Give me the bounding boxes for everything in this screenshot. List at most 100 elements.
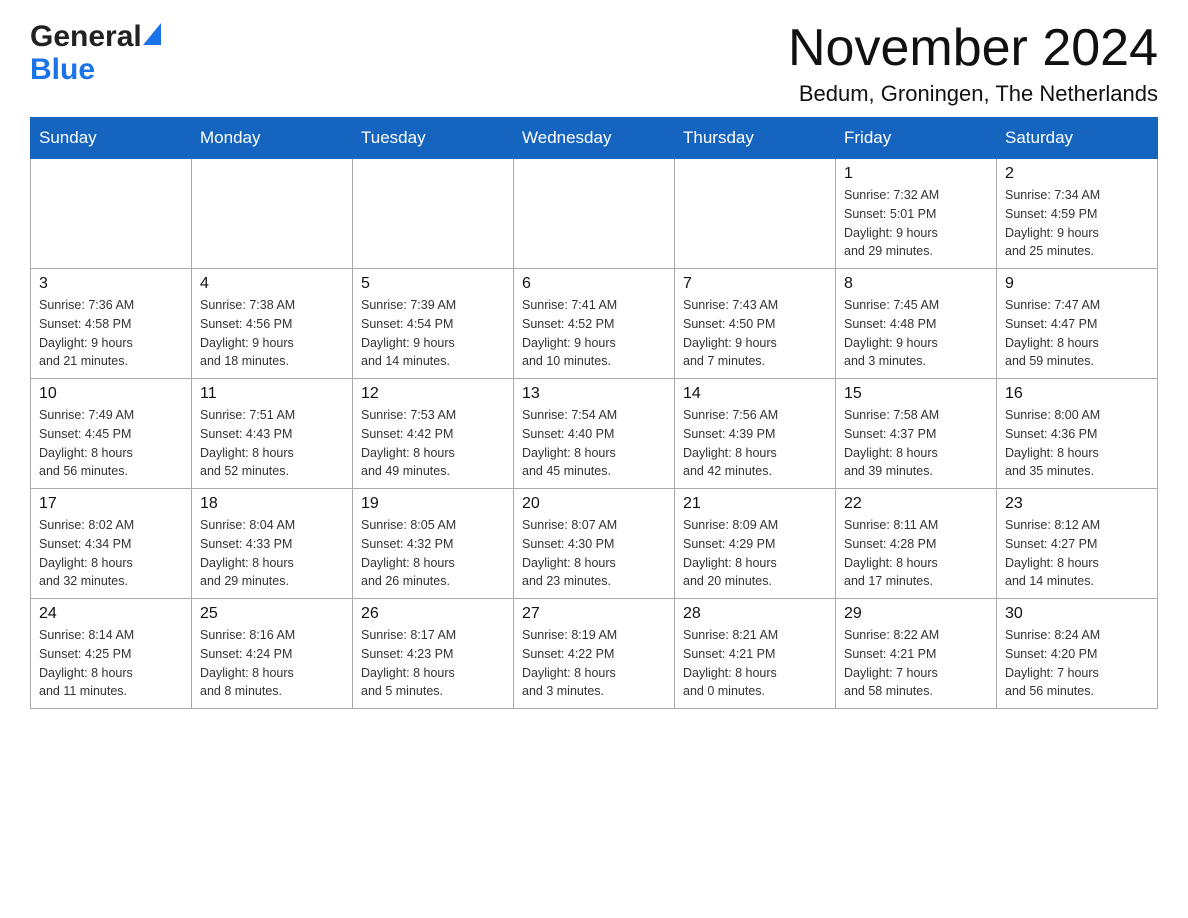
- day-number: 19: [361, 495, 505, 513]
- week-row-5: 24 Sunrise: 8:14 AM Sunset: 4:25 PM Dayli…: [31, 599, 1158, 709]
- day-number: 13: [522, 385, 666, 403]
- calendar-cell: 7Sunrise: 7:43 AM Sunset: 4:50 PM Daylig…: [675, 269, 836, 379]
- col-wednesday: Wednesday: [514, 118, 675, 159]
- day-info: Sunrise: 8:17 AM Sunset: 4:23 PM Dayligh…: [361, 626, 505, 701]
- day-info: Sunrise: 7:51 AM Sunset: 4:43 PM Dayligh…: [200, 406, 344, 481]
- col-tuesday: Tuesday: [353, 118, 514, 159]
- calendar-cell: 22 Sunrise: 8:11 AM Sunset: 4:28 PM Dayli…: [836, 489, 997, 599]
- day-info: Sunrise: 7:53 AM Sunset: 4:42 PM Dayligh…: [361, 406, 505, 481]
- day-number: 20: [522, 495, 666, 513]
- calendar-cell: 12 Sunrise: 7:53 AM Sunset: 4:42 PM Dayli…: [353, 379, 514, 489]
- calendar-cell: 21 Sunrise: 8:09 AM Sunset: 4:29 PM Dayli…: [675, 489, 836, 599]
- day-info: Sunrise: 7:56 AM Sunset: 4:39 PM Dayligh…: [683, 406, 827, 481]
- day-info: Sunrise: 7:45 AM Sunset: 4:48 PM Dayligh…: [844, 296, 988, 371]
- calendar-cell: 15 Sunrise: 7:58 AM Sunset: 4:37 PM Dayli…: [836, 379, 997, 489]
- location-title: Bedum, Groningen, The Netherlands: [788, 81, 1158, 107]
- day-number: 16: [1005, 385, 1149, 403]
- day-info: Sunrise: 7:43 AM Sunset: 4:50 PM Dayligh…: [683, 296, 827, 371]
- calendar-cell: 30 Sunrise: 8:24 AM Sunset: 4:20 PM Dayli…: [997, 599, 1158, 709]
- calendar-cell: 14 Sunrise: 7:56 AM Sunset: 4:39 PM Dayli…: [675, 379, 836, 489]
- day-info: Sunrise: 8:04 AM Sunset: 4:33 PM Dayligh…: [200, 516, 344, 591]
- calendar-cell: 1 Sunrise: 7:32 AM Sunset: 5:01 PM Daylig…: [836, 159, 997, 269]
- title-area: November 2024 Bedum, Groningen, The Neth…: [788, 20, 1158, 107]
- day-info: Sunrise: 8:11 AM Sunset: 4:28 PM Dayligh…: [844, 516, 988, 591]
- day-number: 30: [1005, 605, 1149, 623]
- day-info: Sunrise: 8:09 AM Sunset: 4:29 PM Dayligh…: [683, 516, 827, 591]
- day-info: Sunrise: 8:22 AM Sunset: 4:21 PM Dayligh…: [844, 626, 988, 701]
- col-thursday: Thursday: [675, 118, 836, 159]
- logo: General Blue: [30, 20, 161, 87]
- calendar-cell: 5 Sunrise: 7:39 AM Sunset: 4:54 PM Daylig…: [353, 269, 514, 379]
- day-number: 14: [683, 385, 827, 403]
- calendar-cell: 20 Sunrise: 8:07 AM Sunset: 4:30 PM Dayli…: [514, 489, 675, 599]
- calendar-cell: [192, 159, 353, 269]
- day-number: 23: [1005, 495, 1149, 513]
- day-number: 4: [200, 275, 344, 293]
- calendar-cell: [353, 159, 514, 269]
- day-number: 24: [39, 605, 183, 623]
- calendar-cell: 25 Sunrise: 8:16 AM Sunset: 4:24 PM Dayli…: [192, 599, 353, 709]
- day-info: Sunrise: 7:49 AM Sunset: 4:45 PM Dayligh…: [39, 406, 183, 481]
- day-number: 28: [683, 605, 827, 623]
- week-row-4: 17 Sunrise: 8:02 AM Sunset: 4:34 PM Dayli…: [31, 489, 1158, 599]
- logo-triangle-icon: [143, 23, 161, 50]
- day-info: Sunrise: 7:58 AM Sunset: 4:37 PM Dayligh…: [844, 406, 988, 481]
- day-number: 15: [844, 385, 988, 403]
- calendar-cell: 4 Sunrise: 7:38 AM Sunset: 4:56 PM Daylig…: [192, 269, 353, 379]
- day-info: Sunrise: 8:05 AM Sunset: 4:32 PM Dayligh…: [361, 516, 505, 591]
- day-number: 9: [1005, 275, 1149, 293]
- calendar-cell: 8 Sunrise: 7:45 AM Sunset: 4:48 PM Daylig…: [836, 269, 997, 379]
- day-info: Sunrise: 7:54 AM Sunset: 4:40 PM Dayligh…: [522, 406, 666, 481]
- day-number: 21: [683, 495, 827, 513]
- week-row-2: 3Sunrise: 7:36 AM Sunset: 4:58 PM Daylig…: [31, 269, 1158, 379]
- calendar-cell: 13 Sunrise: 7:54 AM Sunset: 4:40 PM Dayli…: [514, 379, 675, 489]
- day-number: 10: [39, 385, 183, 403]
- day-info: Sunrise: 7:32 AM Sunset: 5:01 PM Dayligh…: [844, 186, 988, 261]
- day-info: Sunrise: 7:47 AM Sunset: 4:47 PM Dayligh…: [1005, 296, 1149, 371]
- col-sunday: Sunday: [31, 118, 192, 159]
- calendar-cell: 18 Sunrise: 8:04 AM Sunset: 4:33 PM Dayli…: [192, 489, 353, 599]
- col-monday: Monday: [192, 118, 353, 159]
- day-number: 2: [1005, 165, 1149, 183]
- calendar-cell: 28 Sunrise: 8:21 AM Sunset: 4:21 PM Dayli…: [675, 599, 836, 709]
- day-number: 25: [200, 605, 344, 623]
- calendar-cell: 9 Sunrise: 7:47 AM Sunset: 4:47 PM Daylig…: [997, 269, 1158, 379]
- calendar-cell: [31, 159, 192, 269]
- calendar-cell: 16Sunrise: 8:00 AM Sunset: 4:36 PM Dayli…: [997, 379, 1158, 489]
- day-number: 26: [361, 605, 505, 623]
- day-info: Sunrise: 8:19 AM Sunset: 4:22 PM Dayligh…: [522, 626, 666, 701]
- month-title: November 2024: [788, 20, 1158, 77]
- day-info: Sunrise: 7:38 AM Sunset: 4:56 PM Dayligh…: [200, 296, 344, 371]
- day-info: Sunrise: 8:07 AM Sunset: 4:30 PM Dayligh…: [522, 516, 666, 591]
- col-saturday: Saturday: [997, 118, 1158, 159]
- day-info: Sunrise: 7:34 AM Sunset: 4:59 PM Dayligh…: [1005, 186, 1149, 261]
- day-info: Sunrise: 7:39 AM Sunset: 4:54 PM Dayligh…: [361, 296, 505, 371]
- day-info: Sunrise: 8:14 AM Sunset: 4:25 PM Dayligh…: [39, 626, 183, 701]
- day-number: 18: [200, 495, 344, 513]
- day-number: 17: [39, 495, 183, 513]
- day-info: Sunrise: 8:21 AM Sunset: 4:21 PM Dayligh…: [683, 626, 827, 701]
- day-number: 11: [200, 385, 344, 403]
- day-number: 8: [844, 275, 988, 293]
- week-row-1: 1 Sunrise: 7:32 AM Sunset: 5:01 PM Daylig…: [31, 159, 1158, 269]
- calendar-cell: 23Sunrise: 8:12 AM Sunset: 4:27 PM Dayli…: [997, 489, 1158, 599]
- calendar-header-row: Sunday Monday Tuesday Wednesday Thursday…: [31, 118, 1158, 159]
- col-friday: Friday: [836, 118, 997, 159]
- day-number: 1: [844, 165, 988, 183]
- day-number: 22: [844, 495, 988, 513]
- calendar-cell: [514, 159, 675, 269]
- logo-blue-text: Blue: [30, 53, 95, 86]
- week-row-3: 10 Sunrise: 7:49 AM Sunset: 4:45 PM Dayli…: [31, 379, 1158, 489]
- day-info: Sunrise: 8:02 AM Sunset: 4:34 PM Dayligh…: [39, 516, 183, 591]
- day-info: Sunrise: 8:24 AM Sunset: 4:20 PM Dayligh…: [1005, 626, 1149, 701]
- day-number: 12: [361, 385, 505, 403]
- day-info: Sunrise: 8:16 AM Sunset: 4:24 PM Dayligh…: [200, 626, 344, 701]
- calendar-table: Sunday Monday Tuesday Wednesday Thursday…: [30, 117, 1158, 709]
- calendar-cell: 17 Sunrise: 8:02 AM Sunset: 4:34 PM Dayli…: [31, 489, 192, 599]
- day-number: 6: [522, 275, 666, 293]
- day-number: 5: [361, 275, 505, 293]
- calendar-cell: 11 Sunrise: 7:51 AM Sunset: 4:43 PM Dayli…: [192, 379, 353, 489]
- logo-general-text: General: [30, 20, 142, 53]
- calendar-cell: 27Sunrise: 8:19 AM Sunset: 4:22 PM Dayli…: [514, 599, 675, 709]
- calendar-cell: 10 Sunrise: 7:49 AM Sunset: 4:45 PM Dayli…: [31, 379, 192, 489]
